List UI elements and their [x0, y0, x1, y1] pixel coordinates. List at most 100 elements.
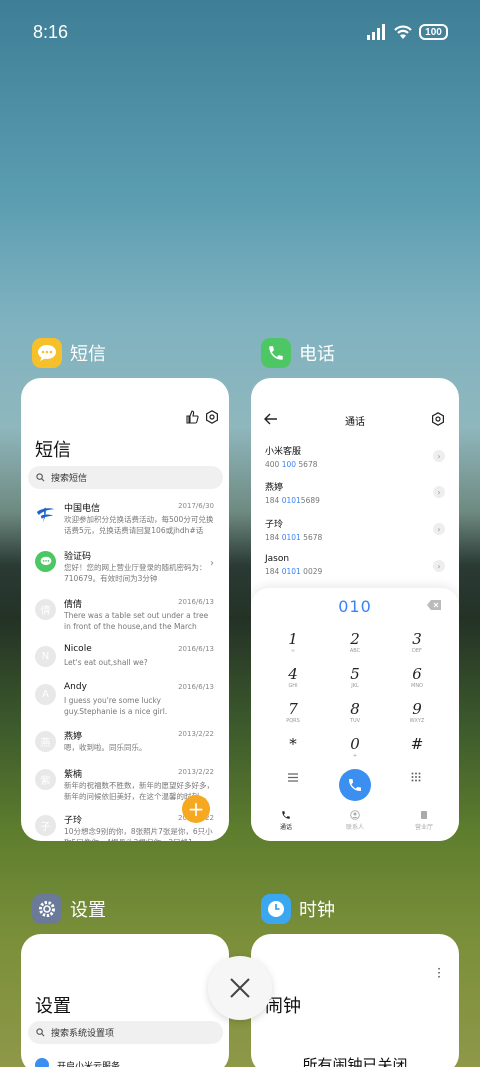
search-icon [36, 1028, 45, 1037]
message-sender: 紫楠 [64, 770, 83, 780]
page-title: 短信 [35, 440, 71, 461]
message-date: 2016/6/13 [178, 645, 214, 653]
chevron-right-icon[interactable]: › [433, 450, 445, 462]
contact-name: 小米客服 [265, 447, 302, 457]
search-input[interactable]: 搜索短信 [28, 466, 223, 489]
settings-item[interactable]: 开启小米云服务 [35, 1058, 120, 1067]
dial-key-1[interactable]: 1 ∞ [273, 630, 313, 654]
dial-key-6[interactable]: 6 MNO [397, 665, 437, 689]
phone-app-icon [261, 338, 291, 368]
dial-key-8[interactable]: 8 TUV [335, 700, 375, 724]
message-preview: 您好！您的网上营业厅登录的随机密码为：710679。有效时间为3分钟 [64, 563, 207, 583]
page-title: 通话 [345, 417, 365, 428]
tab-contacts[interactable]: 联系人 [330, 810, 380, 831]
close-icon [230, 978, 250, 998]
app-name: 电话 [299, 344, 335, 365]
message-preview: 10分想念9别的你，8张照片7张是你，6只小狗5只像你，4根骨头3根归你，2只蜂… [64, 827, 213, 841]
signal-icon [367, 24, 385, 40]
settings-app-icon [32, 894, 62, 924]
menu-icon[interactable] [288, 773, 298, 782]
wifi-icon [394, 25, 412, 39]
contact-row[interactable]: 子玲 184 0101 5678 › [265, 517, 445, 547]
app-header-settings[interactable]: 设置 [32, 894, 106, 924]
settings-app-card[interactable]: 设置 搜索系统设置项 开启小米云服务 [21, 934, 229, 1067]
app-name: 时钟 [299, 900, 335, 921]
contact-number: 184 0101 0029 [265, 567, 323, 576]
status-time: 8:16 [33, 22, 69, 42]
alarm-status-text: 所有闹钟已关闭 [302, 1056, 408, 1067]
dial-key-4[interactable]: 4 GHI [273, 665, 313, 689]
contact-row[interactable]: Jason 184 0101 0029 › [265, 554, 445, 584]
tab-business-hall[interactable]: 营业厅 [399, 810, 449, 831]
dial-key-0[interactable]: 0 + [335, 735, 375, 759]
message-sender: 验证码 [64, 552, 92, 562]
sms-app-card[interactable]: 短信 搜索短信 中国电信 2017/6/30 欢迎参加积分兑换话费活动，每500… [21, 378, 229, 841]
contact-number: 400 100 5678 [265, 460, 318, 469]
dial-key-hash[interactable]: # [397, 735, 437, 753]
tab-calls[interactable]: 通话 [261, 810, 311, 831]
keypad-icon[interactable] [411, 772, 421, 782]
dial-key-star[interactable]: * [273, 735, 313, 753]
phone-header: 通话 [251, 410, 459, 430]
list-item[interactable]: A Andy 2016/6/13 I guess you're some luc… [21, 682, 229, 730]
settings-gear-icon[interactable] [205, 410, 219, 424]
dial-key-2[interactable]: 2 ABC [335, 630, 375, 654]
phone-app-card[interactable]: 通话 小米客服 400 100 5678 › 燕婷 184 01015689 ›… [251, 378, 459, 841]
avatar: 倩 [35, 599, 56, 620]
clear-all-button[interactable] [208, 956, 272, 1020]
app-name: 设置 [70, 900, 106, 921]
app-header-phone[interactable]: 电话 [261, 338, 335, 368]
more-options-icon[interactable]: · · · [437, 963, 441, 983]
contact-person-icon [350, 810, 360, 820]
list-item[interactable]: 中国电信 2017/6/30 欢迎参加积分兑换话费活动，每500分可兑换话费5元… [21, 501, 229, 549]
dial-key-5[interactable]: 5 JKL [335, 665, 375, 689]
message-preview: I guess you're some lucky guy.Stephanie … [64, 696, 168, 716]
backspace-icon[interactable] [427, 600, 441, 610]
sms-app-icon [32, 338, 62, 368]
thumbs-up-icon[interactable] [185, 410, 199, 424]
search-input[interactable]: 搜索系统设置项 [28, 1021, 223, 1044]
call-button[interactable] [339, 769, 371, 801]
status-bar: 8:16 100 [0, 0, 480, 66]
message-sender: Nicole [64, 644, 92, 654]
app-header-sms[interactable]: 短信 [32, 338, 106, 368]
page-title: 设置 [35, 996, 71, 1017]
app-header-clock[interactable]: 时钟 [261, 894, 335, 924]
app-name: 短信 [70, 344, 106, 365]
contact-number: 184 01015689 [265, 496, 320, 505]
new-message-button[interactable]: + [182, 795, 210, 823]
chevron-right-icon[interactable]: › [433, 486, 445, 498]
message-preview: 嗯，收到啦。同乐同乐。 [64, 743, 147, 752]
contact-row[interactable]: 燕婷 184 01015689 › [265, 480, 445, 510]
message-preview: Let's eat out,shall we? [64, 658, 148, 667]
dial-key-9[interactable]: 9 WXYZ [397, 700, 437, 724]
avatar: 燕 [35, 731, 56, 752]
message-date: 2013/2/22 [178, 730, 214, 738]
contact-row[interactable]: 小米客服 400 100 5678 › [265, 444, 445, 474]
contact-number: 184 0101 5678 [265, 533, 323, 542]
china-telecom-logo-icon [35, 503, 56, 524]
avatar: N [35, 646, 56, 667]
message-sender: 子玲 [64, 816, 83, 826]
sms-toolbar [185, 410, 219, 424]
message-sender: 中国电信 [64, 504, 101, 514]
settings-gear-icon[interactable] [431, 412, 445, 426]
message-bubble-icon [35, 551, 56, 572]
message-preview: There was a table set out under a tree i… [64, 611, 209, 631]
message-sender: Andy [64, 682, 87, 692]
message-sender: 燕婷 [64, 732, 83, 742]
clock-app-icon [261, 894, 291, 924]
list-item[interactable]: 验证码 › 您好！您的网上营业厅登录的随机密码为：710679。有效时间为3分钟 [21, 549, 229, 597]
clock-app-card[interactable]: · · · 闹钟 所有闹钟已关闭 [251, 934, 459, 1067]
chevron-right-icon[interactable]: › [433, 560, 445, 572]
store-icon [421, 811, 427, 819]
dial-key-3[interactable]: 3 DEF [397, 630, 437, 654]
phone-icon [349, 779, 361, 791]
search-placeholder: 搜索短信 [51, 474, 88, 484]
message-sender: 倩倩 [64, 600, 83, 610]
avatar: A [35, 684, 56, 705]
list-item[interactable]: 倩 倩倩 2016/6/13 There was a table set out… [21, 597, 229, 645]
message-preview: 欢迎参加积分兑换话费活动，每500分可兑换话费5元，兑换话费请回复106或jhd… [64, 515, 214, 535]
chevron-right-icon[interactable]: › [433, 523, 445, 535]
dial-key-7[interactable]: 7 PQRS [273, 700, 313, 724]
